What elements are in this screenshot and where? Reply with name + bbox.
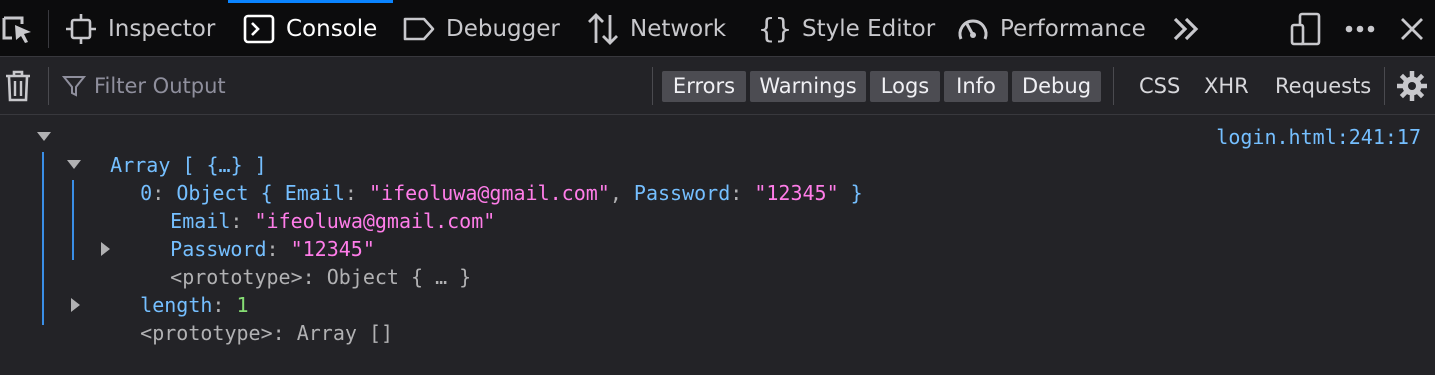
tab-console[interactable]: Console xyxy=(228,0,394,57)
filter-xhr-button[interactable]: XHR xyxy=(1204,71,1249,102)
debugger-icon xyxy=(402,12,436,46)
tab-label: Network xyxy=(630,15,727,42)
network-icon xyxy=(586,12,620,46)
trash-icon xyxy=(6,70,30,102)
tab-label: Console xyxy=(286,15,378,42)
tree-guide-line xyxy=(42,152,44,325)
preview-password-value: "12345" xyxy=(754,181,839,205)
element-picker-icon xyxy=(2,16,31,43)
filter-errors-button[interactable]: Errors xyxy=(662,71,746,102)
array-item-row[interactable]: 0: Object { Email: "ifeoluwa@gmail.com",… xyxy=(92,151,863,205)
filter-logs-button[interactable]: Logs xyxy=(870,71,940,102)
chevron-double-right-icon xyxy=(1173,17,1199,41)
property-value: Object { … } xyxy=(326,265,472,289)
tab-network[interactable]: Network xyxy=(586,0,726,57)
preview-password-key: Password xyxy=(633,181,731,205)
collapse-arrow-icon[interactable] xyxy=(67,160,81,169)
performance-icon xyxy=(956,12,990,46)
property-row-password[interactable]: Password: "12345" xyxy=(122,207,375,261)
filter-funnel-icon xyxy=(61,76,87,97)
filter-separator xyxy=(48,67,49,105)
tab-label: Style Editor xyxy=(802,15,936,42)
console-settings-button[interactable] xyxy=(1392,67,1432,105)
filter-warnings-button[interactable]: Warnings xyxy=(750,71,866,102)
tab-label: Debugger xyxy=(446,15,560,42)
filter-separator xyxy=(652,67,653,105)
filter-css-button[interactable]: CSS xyxy=(1139,71,1180,102)
filter-output-field[interactable] xyxy=(60,65,640,107)
tree-guide-line xyxy=(72,180,74,260)
options-menu-button[interactable] xyxy=(1340,10,1380,48)
clear-console-button[interactable] xyxy=(0,67,36,105)
tab-style-editor[interactable]: {} Style Editor xyxy=(758,0,935,57)
filter-separator xyxy=(1384,67,1385,105)
filter-separator xyxy=(1113,67,1114,105)
property-row-array-prototype[interactable]: <prototype>: Array [] xyxy=(92,291,393,345)
close-icon xyxy=(1401,18,1423,40)
element-picker-button[interactable] xyxy=(0,12,38,46)
responsive-design-button[interactable] xyxy=(1286,10,1326,48)
filter-requests-button[interactable]: Requests xyxy=(1275,71,1371,102)
responsive-design-icon xyxy=(1290,12,1321,46)
log-array-header[interactable]: Array [ {…} ] xyxy=(62,123,267,177)
devtools-toolbar: Inspector Console Debugger Network {} St… xyxy=(0,0,1435,57)
console-output: Array [ {…} ] login.html:241:17 0: Objec… xyxy=(0,116,1435,345)
inspector-icon xyxy=(64,12,98,46)
expand-arrow-icon[interactable] xyxy=(71,298,80,312)
toolbar-separator xyxy=(48,10,49,48)
tab-performance[interactable]: Performance xyxy=(956,0,1146,57)
tab-label: Performance xyxy=(1000,15,1146,42)
tab-inspector[interactable]: Inspector xyxy=(64,0,215,57)
log-source-link[interactable]: login.html:241:17 xyxy=(1216,123,1421,151)
console-icon xyxy=(242,12,276,46)
filter-info-button[interactable]: Info xyxy=(944,71,1008,102)
close-toolbox-button[interactable] xyxy=(1392,10,1432,48)
property-row-email[interactable]: Email: "ifeoluwa@gmail.com" xyxy=(122,179,495,233)
expand-arrow-icon[interactable] xyxy=(101,242,110,256)
console-filter-bar: Errors Warnings Logs Info Debug CSS XHR … xyxy=(0,57,1435,115)
gear-icon xyxy=(1397,71,1427,101)
filter-output-input[interactable] xyxy=(94,74,614,98)
filter-debug-button[interactable]: Debug xyxy=(1012,71,1101,102)
tab-label: Inspector xyxy=(108,15,216,42)
style-editor-icon: {} xyxy=(758,12,792,45)
property-row-prototype[interactable]: <prototype>: Object { … } xyxy=(122,235,471,289)
tab-debugger[interactable]: Debugger xyxy=(402,0,560,57)
property-row-length[interactable]: length: 1 xyxy=(92,263,248,317)
more-options-icon xyxy=(1345,25,1375,33)
more-tools-button[interactable] xyxy=(1166,10,1206,48)
collapse-arrow-icon[interactable] xyxy=(37,132,51,141)
